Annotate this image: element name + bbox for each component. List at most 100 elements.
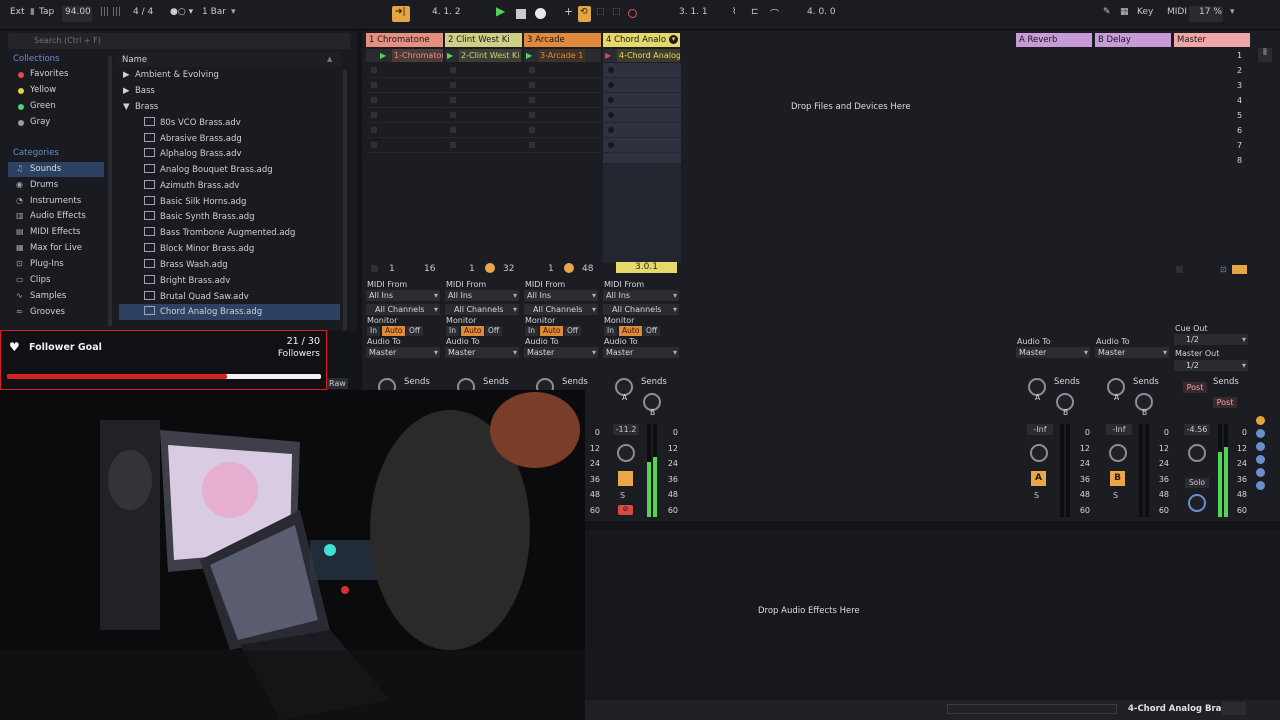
post-button[interactable]: Post <box>1213 397 1237 408</box>
monitor-auto-button[interactable]: Auto <box>540 326 564 336</box>
output-select[interactable]: Master <box>603 347 679 358</box>
clip-4[interactable]: ▶ 4-Chord Analog <box>603 49 680 62</box>
clip-3[interactable]: ▶ 3-Arcade 1 <box>524 49 601 62</box>
drop-effects-area[interactable]: Drop Audio Effects Here <box>758 606 860 616</box>
ext-sync-button[interactable]: Ext <box>10 7 25 17</box>
clip-slots-2[interactable] <box>445 63 523 163</box>
clip-1[interactable]: ▶1-Chromatone <box>366 49 443 62</box>
cue-volume-knob[interactable] <box>1188 494 1206 512</box>
file-item[interactable]: Analog Bouquet Brass.adg <box>119 162 340 178</box>
input-type-select[interactable]: All Ins <box>366 290 440 301</box>
solo-button[interactable]: S <box>1113 491 1118 500</box>
nudge-icon[interactable]: ||| ||| <box>100 7 121 17</box>
scrollbar[interactable] <box>108 56 112 326</box>
chevron-down-icon[interactable]: ▾ <box>231 7 236 17</box>
folder-bass[interactable]: ▶ Bass <box>119 83 340 99</box>
loop-length-field[interactable]: 4. 0. 0 <box>807 7 836 17</box>
arrangement-position[interactable]: 4. 1. 2 <box>432 7 461 17</box>
punch-icon[interactable]: ⬚ <box>596 7 605 17</box>
input-channel-select[interactable]: All Channels <box>524 304 598 315</box>
monitor-in-button[interactable]: In <box>604 326 617 336</box>
monitor-auto-button[interactable]: Auto <box>382 326 406 336</box>
midi-map-button[interactable]: MIDI <box>1167 7 1187 17</box>
raw-button[interactable]: Raw <box>327 378 348 389</box>
scene-6[interactable]: 6 <box>1237 126 1242 135</box>
drop-files-area[interactable]: Drop Files and Devices Here <box>791 102 911 112</box>
key-map-button[interactable]: Key <box>1137 7 1153 17</box>
master-out-select[interactable]: 1/2 <box>1174 360 1248 371</box>
overview-scroll[interactable] <box>947 704 1117 714</box>
input-type-select[interactable]: All Ins <box>445 290 519 301</box>
solo-button[interactable]: Solo <box>1185 478 1209 488</box>
return-activator-button[interactable]: B <box>1110 471 1125 486</box>
scene-8[interactable]: 8 <box>1237 156 1242 165</box>
scene-5[interactable]: 5 <box>1237 111 1242 120</box>
pan-knob[interactable] <box>617 444 635 462</box>
category-midi-effects[interactable]: ▤ MIDI Effects <box>8 225 104 240</box>
input-channel-select[interactable]: All Channels <box>445 304 519 315</box>
monitor-off-button[interactable]: Off <box>406 326 424 336</box>
play-button[interactable]: ▶ <box>496 4 505 18</box>
session-record-icon[interactable] <box>628 9 637 18</box>
computer-midi-keyboard-icon[interactable]: ▦ <box>1120 7 1129 17</box>
master-volume-field[interactable]: -4.56 <box>1184 424 1210 435</box>
clip-slots-4[interactable] <box>603 63 681 163</box>
file-item[interactable]: Basic Silk Horns.adg <box>119 194 340 210</box>
solo-button[interactable]: S <box>1034 491 1039 500</box>
collection-gray[interactable]: Gray <box>8 115 104 130</box>
stop-all-clips-button[interactable] <box>1176 266 1183 273</box>
monitor-auto-button[interactable]: Auto <box>461 326 485 336</box>
return-header-a[interactable]: A Reverb <box>1016 33 1092 47</box>
midi-clip-view-icon[interactable] <box>1222 702 1246 715</box>
scene-3[interactable]: 3 <box>1237 81 1242 90</box>
mixer-toggle-icon[interactable]: ⦀ <box>1258 48 1272 62</box>
return-header-b[interactable]: B Delay <box>1095 33 1171 47</box>
return-volume-field[interactable]: -Inf <box>1106 424 1132 435</box>
file-item[interactable]: Abrasive Brass.adg <box>119 131 340 147</box>
monitor-in-button[interactable]: In <box>367 326 380 336</box>
scene-4[interactable]: 4 <box>1237 96 1242 105</box>
track-activator-button[interactable] <box>618 471 633 486</box>
file-item[interactable]: Bass Trombone Augmented.adg <box>119 225 340 241</box>
clip-slots-1[interactable] <box>366 63 444 163</box>
output-select[interactable]: Master <box>524 347 598 358</box>
output-select[interactable]: Master <box>366 347 440 358</box>
clip-slots-3[interactable] <box>524 63 602 163</box>
monitor-in-button[interactable]: In <box>446 326 459 336</box>
folder-brass[interactable]: ▼ Brass <box>119 99 340 115</box>
monitor-auto-button[interactable]: Auto <box>619 326 643 336</box>
category-instruments[interactable]: ◔ Instruments <box>8 194 104 209</box>
quantize-select[interactable]: 1 Bar <box>202 7 226 17</box>
collection-favorites[interactable]: Favorites <box>8 67 104 82</box>
collection-yellow[interactable]: Yellow <box>8 83 104 98</box>
punch-out-icon[interactable]: ⌒ <box>770 7 779 20</box>
draw-mode-icon[interactable]: ⌇ <box>732 7 736 17</box>
track-header-2[interactable]: 2 Clint West Ki <box>445 33 522 47</box>
cue-out-select[interactable]: 1/2 <box>1174 334 1248 345</box>
chevron-down-icon[interactable]: ▾ <box>669 35 678 44</box>
punch-in-icon[interactable]: ⊏ <box>751 7 759 17</box>
input-type-select[interactable]: All Ins <box>603 290 679 301</box>
input-channel-select[interactable]: All Channels <box>366 304 440 315</box>
file-item[interactable]: Block Minor Brass.adg <box>119 241 340 257</box>
post-button[interactable]: Post <box>1183 382 1207 393</box>
time-signature[interactable]: 4 / 4 <box>133 7 153 17</box>
loop-icon[interactable]: ⬚ <box>612 7 621 17</box>
tap-tempo-button[interactable]: Tap <box>39 7 54 17</box>
name-column-header[interactable]: Name <box>119 53 340 67</box>
category-drums[interactable]: ◉ Drums <box>8 178 104 193</box>
arm-button[interactable]: ⊘ <box>618 505 633 515</box>
monitor-in-button[interactable]: In <box>525 326 538 336</box>
output-select[interactable]: Master <box>1016 347 1090 358</box>
folder-ambient[interactable]: ▶ Ambient & Evolving <box>119 67 340 83</box>
scrollbar[interactable] <box>343 70 347 330</box>
loop-start-field[interactable]: 3. 1. 1 <box>679 7 708 17</box>
stop-button[interactable] <box>516 9 526 19</box>
device-chain-icons[interactable] <box>1256 416 1268 511</box>
category-samples[interactable]: ∿ Samples <box>8 289 104 304</box>
category-plug-ins[interactable]: ⊡ Plug-Ins <box>8 257 104 272</box>
pencil-icon[interactable]: ✎ <box>1103 7 1111 17</box>
monitor-off-button[interactable]: Off <box>564 326 582 336</box>
return-volume-field[interactable]: -Inf <box>1027 424 1053 435</box>
scene-1[interactable]: 1 <box>1237 51 1242 60</box>
